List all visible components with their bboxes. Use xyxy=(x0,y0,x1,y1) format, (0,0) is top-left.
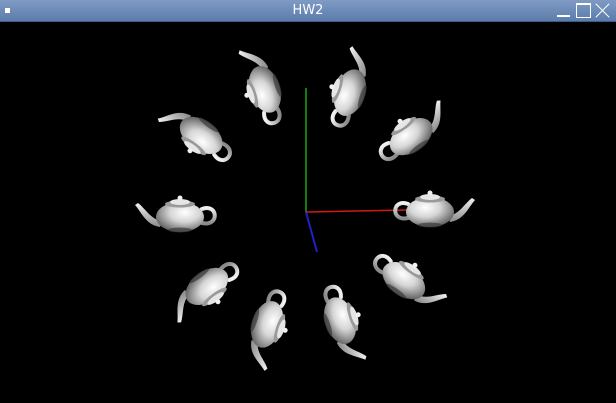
teapot-288deg xyxy=(316,41,381,133)
teapot-36deg xyxy=(367,243,453,320)
x-axis-line xyxy=(305,209,409,213)
scene-canvas xyxy=(133,39,477,376)
teapot-72deg xyxy=(312,278,377,371)
teapot-108deg xyxy=(236,284,301,376)
app-window: HW2 xyxy=(0,0,616,403)
teapot-180deg xyxy=(133,193,217,235)
maximize-button[interactable] xyxy=(576,3,591,18)
teapot-144deg xyxy=(161,253,247,330)
z-axis-line xyxy=(305,211,318,253)
teapot-252deg xyxy=(228,39,293,132)
window-title: HW2 xyxy=(292,3,324,18)
teapot-0deg xyxy=(393,188,477,230)
minimize-button[interactable] xyxy=(556,3,571,18)
close-button[interactable] xyxy=(595,3,610,18)
teapot-216deg xyxy=(152,96,238,173)
opengl-viewport[interactable] xyxy=(0,22,616,403)
teapot-324deg xyxy=(370,93,456,170)
title-bar[interactable]: HW2 xyxy=(0,0,616,22)
